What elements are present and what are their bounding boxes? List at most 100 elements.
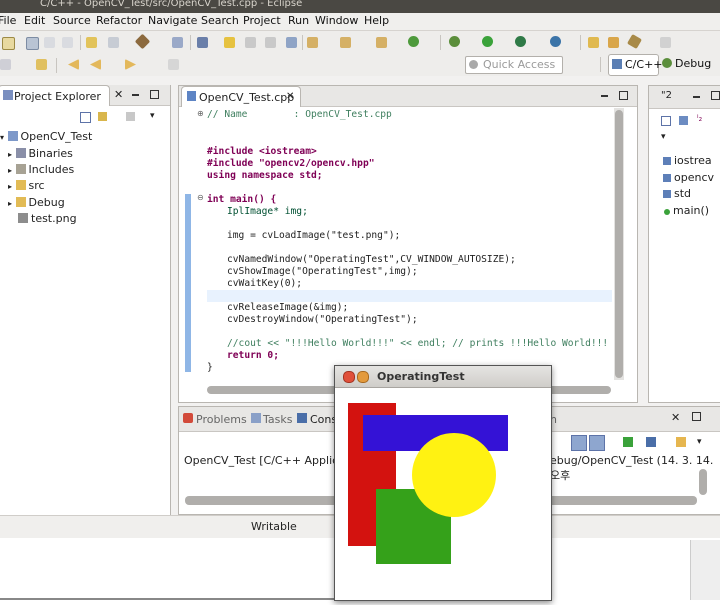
operatingtest-titlebar[interactable]: OperatingTest bbox=[335, 366, 551, 388]
perspective-debug-button[interactable]: Debug bbox=[660, 54, 720, 74]
build-all-icon[interactable] bbox=[172, 37, 183, 48]
maximize-icon[interactable] bbox=[619, 91, 628, 100]
format-icon[interactable] bbox=[245, 37, 256, 48]
view-menu-icon[interactable]: ▾ bbox=[661, 132, 666, 142]
outline-item[interactable]: opencv bbox=[663, 171, 714, 185]
code-line[interactable]: #include <iostream> bbox=[207, 146, 317, 158]
perspective-cpp-button[interactable]: C/C++ bbox=[608, 54, 663, 76]
display-console-icon[interactable] bbox=[589, 435, 605, 451]
tree-item-includes[interactable]: ▸ Includes bbox=[8, 163, 74, 178]
coverage-icon[interactable] bbox=[550, 36, 561, 47]
code-line[interactable]: IplImage* img; bbox=[227, 206, 308, 218]
code-line[interactable]: cvNamedWindow("OperatingTest",CV_WINDOW_… bbox=[227, 254, 516, 266]
code-line[interactable]: //cout << "!!!Hello World!!!" << endl; /… bbox=[227, 338, 608, 350]
close-icon[interactable]: ✕ bbox=[671, 411, 680, 424]
code-line[interactable]: img = cvLoadImage("test.png"); bbox=[227, 230, 400, 242]
menu-navigate[interactable]: Navigate bbox=[148, 14, 197, 28]
toolbar-extra-icon[interactable] bbox=[660, 37, 671, 48]
menu-file[interactable]: File bbox=[0, 14, 16, 28]
collapse-all-icon[interactable] bbox=[661, 116, 671, 126]
save-icon[interactable] bbox=[26, 37, 39, 50]
outline-tab-label[interactable]: "2 bbox=[661, 90, 672, 101]
annotation-icon[interactable] bbox=[0, 59, 11, 70]
editor-tab[interactable]: OpenCV_Test.cpp ✕ bbox=[181, 86, 301, 107]
tab-tasks[interactable]: Tasks bbox=[263, 413, 292, 426]
tab-problems[interactable]: Problems bbox=[196, 413, 247, 426]
new-file-icon[interactable] bbox=[340, 37, 351, 48]
tree-item-src[interactable]: ▸ src bbox=[8, 179, 45, 194]
tree-item-project[interactable]: ▾ OpenCV_Test bbox=[0, 130, 92, 145]
minimize-icon[interactable] bbox=[357, 371, 369, 383]
view-menu-extra-icon[interactable] bbox=[126, 112, 135, 121]
menu-help[interactable]: Help bbox=[364, 14, 389, 28]
minimize-icon[interactable] bbox=[132, 94, 139, 96]
menu-window[interactable]: Window bbox=[315, 14, 358, 28]
tree-item-debug[interactable]: ▸ Debug bbox=[8, 196, 65, 211]
code-line[interactable]: #include "opencv2/opencv.hpp" bbox=[207, 158, 375, 170]
sort-icon[interactable] bbox=[679, 116, 688, 125]
vertical-scrollbar[interactable] bbox=[614, 108, 624, 380]
pin-console-icon[interactable] bbox=[571, 435, 587, 451]
code-line[interactable]: } bbox=[207, 362, 213, 374]
minimize-icon[interactable] bbox=[693, 96, 700, 98]
last-edit-icon[interactable] bbox=[168, 59, 179, 70]
fold-icon[interactable]: ⊖ bbox=[197, 193, 204, 202]
code-line[interactable]: return 0; bbox=[227, 350, 279, 362]
hammer-icon[interactable] bbox=[134, 33, 151, 50]
maximize-icon[interactable] bbox=[150, 90, 159, 99]
save-all-icon[interactable] bbox=[44, 37, 55, 48]
open-type-icon[interactable] bbox=[408, 36, 419, 47]
new-folder-icon[interactable] bbox=[376, 37, 387, 48]
operatingtest-window[interactable]: OperatingTest bbox=[334, 365, 552, 601]
outline-item[interactable]: main() bbox=[663, 204, 709, 218]
view-menu-icon[interactable]: ▾ bbox=[697, 437, 702, 447]
code-line[interactable]: using namespace std; bbox=[207, 170, 323, 182]
code-line[interactable]: // Name : OpenCV_Test.cpp bbox=[207, 109, 392, 121]
tree-item-binaries[interactable]: ▸ Binaries bbox=[8, 147, 73, 162]
hide-fields-icon[interactable]: ⁱ₂ bbox=[697, 114, 702, 124]
console-vscrollbar[interactable] bbox=[699, 469, 707, 495]
new-icon[interactable] bbox=[2, 37, 15, 50]
toggle-icon[interactable] bbox=[265, 37, 276, 48]
menu-source[interactable]: Source bbox=[53, 14, 91, 28]
back-arrow-icon[interactable] bbox=[90, 59, 101, 70]
code-line[interactable]: cvReleaseImage(&img); bbox=[227, 302, 348, 314]
maximize-icon[interactable] bbox=[711, 91, 720, 100]
maximize-icon[interactable] bbox=[692, 412, 701, 421]
forward-icon[interactable] bbox=[125, 59, 136, 70]
build-config-icon[interactable] bbox=[86, 37, 97, 48]
new-console-icon[interactable] bbox=[676, 437, 686, 447]
open-console-icon[interactable] bbox=[623, 437, 633, 447]
build-icon[interactable] bbox=[108, 37, 119, 48]
minimize-icon[interactable] bbox=[601, 95, 608, 97]
fold-icon[interactable]: ⊕ bbox=[197, 109, 204, 118]
collapse-all-icon[interactable] bbox=[80, 112, 91, 123]
tree-item-test-png[interactable]: test.png bbox=[18, 212, 77, 226]
close-icon[interactable]: ✕ bbox=[286, 91, 294, 102]
debug-icon[interactable] bbox=[449, 36, 460, 47]
run-icon[interactable] bbox=[482, 36, 493, 47]
code-line[interactable]: int main() { bbox=[207, 194, 276, 206]
close-icon[interactable] bbox=[343, 371, 355, 383]
code-line[interactable]: cvShowImage("OperatingTest",img); bbox=[227, 266, 418, 278]
menu-project[interactable]: Project bbox=[243, 14, 281, 28]
code-line[interactable]: cvDestroyWindow("OperatingTest"); bbox=[227, 314, 418, 326]
quick-access-field[interactable]: Quick Access bbox=[465, 56, 563, 74]
menu-edit[interactable]: Edit bbox=[24, 14, 45, 28]
lightning-icon[interactable] bbox=[224, 37, 235, 48]
open-folder-icon[interactable] bbox=[588, 37, 599, 48]
menu-refactor[interactable]: Refactor bbox=[96, 14, 142, 28]
close-icon[interactable]: ✕ bbox=[114, 88, 123, 101]
code-line[interactable]: cvWaitKey(0); bbox=[227, 278, 302, 290]
menu-search[interactable]: Search bbox=[201, 14, 239, 28]
paragraph-icon[interactable] bbox=[286, 37, 297, 48]
pin-icon[interactable] bbox=[36, 59, 47, 70]
outline-item[interactable]: std bbox=[663, 187, 691, 201]
display-selected-icon[interactable] bbox=[646, 437, 656, 447]
view-menu-icon[interactable]: ▾ bbox=[150, 111, 155, 121]
new-class-icon[interactable] bbox=[307, 37, 318, 48]
print-icon[interactable] bbox=[62, 37, 73, 48]
back-icon[interactable] bbox=[68, 59, 79, 70]
menu-run[interactable]: Run bbox=[288, 14, 309, 28]
scrollbar-thumb[interactable] bbox=[615, 110, 623, 378]
